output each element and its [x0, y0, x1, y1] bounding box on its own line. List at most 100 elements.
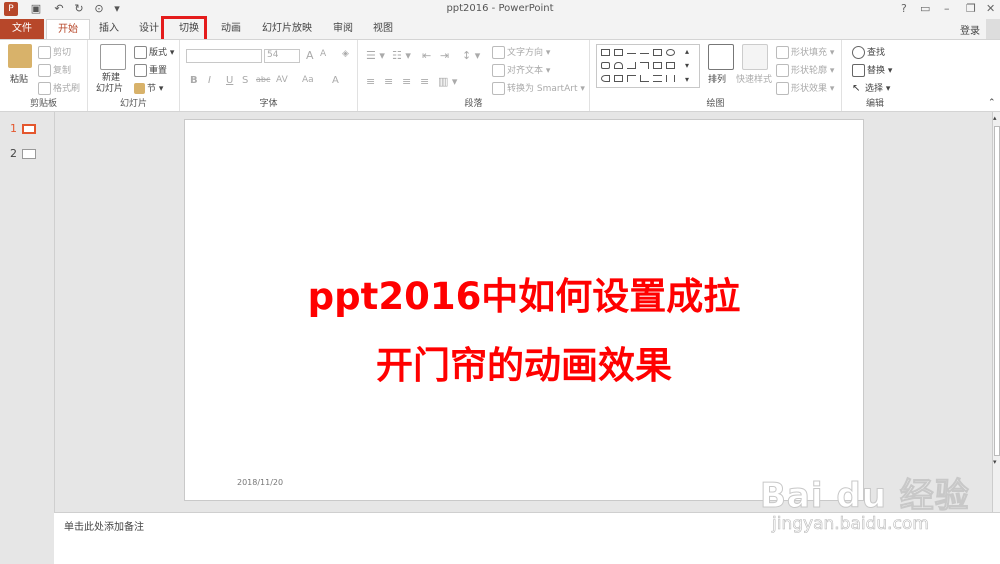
oval-shape-icon[interactable]	[666, 49, 675, 56]
align-right-icon[interactable]: ≡	[402, 75, 411, 88]
tab-review[interactable]: 审阅	[326, 19, 360, 39]
indent-decrease-icon[interactable]: ⇤	[422, 49, 431, 62]
left-brace-icon[interactable]	[653, 75, 662, 82]
gallery-more-icon[interactable]: ▾	[685, 75, 689, 84]
gallery-scroll-up-icon[interactable]: ▴	[685, 47, 689, 56]
clear-format-icon[interactable]: ◈	[342, 49, 349, 59]
slide-thumbnail-1[interactable]	[22, 124, 36, 134]
align-center-icon[interactable]: ≡	[384, 75, 393, 88]
slide-title-line-2[interactable]: 开门帘的动画效果	[185, 335, 863, 389]
quick-styles-icon[interactable]	[742, 44, 768, 70]
group-label: 字体	[259, 99, 278, 109]
user-avatar[interactable]	[986, 19, 1000, 39]
bold-button[interactable]: B	[190, 75, 198, 86]
brace-shape-icon[interactable]	[640, 75, 649, 82]
columns-icon[interactable]: ▥ ▾	[438, 75, 457, 88]
sign-in-link[interactable]: 登录	[960, 22, 980, 37]
notes-placeholder[interactable]: 单击此处添加备注	[64, 518, 144, 533]
reset-icon	[134, 64, 147, 77]
copy-button[interactable]: 复制	[38, 63, 71, 77]
restore-icon[interactable]: ❐	[966, 2, 976, 15]
arrow-right-shape-icon[interactable]	[653, 62, 662, 69]
shrink-font-icon[interactable]: A	[320, 49, 326, 59]
ribbon-tab-row: 文件 开始 插入 设计 切换 动画 幻灯片放映 审阅 视图 登录	[0, 19, 1000, 40]
justify-icon[interactable]: ≡	[420, 75, 429, 88]
font-color-button[interactable]: A	[332, 75, 339, 86]
indent-increase-icon[interactable]: ⇥	[440, 49, 449, 62]
curve-connector-icon[interactable]	[640, 62, 649, 69]
replace-button[interactable]: 替换 ▾	[852, 63, 892, 77]
section-button[interactable]: 节 ▾	[134, 81, 163, 94]
slide-title-line-1[interactable]: ppt2016中如何设置成拉	[185, 266, 863, 320]
new-slide-label-2[interactable]: 幻灯片	[96, 81, 123, 94]
collapse-ribbon-icon[interactable]: ⌃	[988, 98, 996, 108]
elbow-connector-icon[interactable]	[627, 62, 636, 69]
scroll-thumb[interactable]	[994, 126, 1000, 456]
numbering-icon[interactable]: ☷ ▾	[392, 49, 411, 62]
paste-icon[interactable]	[8, 44, 32, 68]
change-case-button[interactable]: Aa	[302, 75, 314, 85]
shape-outline-button[interactable]: 形状轮廓 ▾	[776, 63, 834, 77]
minimize-icon[interactable]: –	[944, 2, 950, 15]
quick-styles-button[interactable]: 快速样式	[736, 72, 772, 85]
gallery-scroll-down-icon[interactable]: ▾	[685, 61, 689, 70]
close-icon[interactable]: ✕	[986, 2, 995, 15]
tab-slideshow[interactable]: 幻灯片放映	[258, 19, 316, 39]
right-brace-icon[interactable]	[666, 75, 675, 82]
line-shape-icon[interactable]	[627, 53, 636, 54]
bullets-icon[interactable]: ☰ ▾	[366, 49, 385, 62]
triangle-shape-icon[interactable]	[614, 62, 623, 69]
underline-button[interactable]: U	[226, 75, 233, 86]
group-font: 54 A A ◈ B I U S abc AV Aa A 字体	[180, 40, 358, 111]
shapes-gallery[interactable]: ▴ ▾ ▾	[596, 44, 700, 88]
cut-button[interactable]: 剪切	[38, 45, 71, 59]
shape-effects-button[interactable]: 形状效果 ▾	[776, 81, 834, 95]
grow-font-icon[interactable]: A	[306, 49, 314, 62]
align-left-icon[interactable]: ≡	[366, 75, 375, 88]
reset-button[interactable]: 重置	[134, 63, 167, 77]
select-button[interactable]: ↖ 选择 ▾	[852, 81, 890, 94]
smartart-button[interactable]: 转换为 SmartArt ▾	[492, 81, 585, 95]
find-button[interactable]: 查找	[852, 45, 885, 59]
ribbon-display-icon[interactable]: ▭	[920, 2, 930, 15]
tab-home[interactable]: 开始	[46, 19, 90, 40]
layout-button[interactable]: 版式 ▾	[134, 45, 174, 59]
arrange-icon[interactable]	[708, 44, 734, 70]
copy-icon	[38, 64, 51, 77]
arrange-button[interactable]: 排列	[708, 72, 726, 85]
textbox-shape-icon[interactable]	[601, 49, 610, 56]
tab-file[interactable]: 文件	[0, 19, 44, 39]
font-name-field[interactable]	[186, 49, 262, 63]
font-size-field[interactable]: 54	[264, 49, 300, 63]
vertical-textbox-icon[interactable]	[614, 49, 623, 56]
slide-thumbnail-2[interactable]	[22, 149, 36, 159]
align-text-button[interactable]: 对齐文本 ▾	[492, 63, 550, 77]
shadow-button[interactable]: S	[242, 75, 248, 86]
help-button[interactable]: ?	[901, 2, 907, 15]
line-spacing-icon[interactable]: ↕ ▾	[462, 49, 480, 62]
slide-thumbnail-panel: 1 2	[0, 112, 55, 512]
thumbnail-number: 1	[10, 122, 17, 135]
tab-view[interactable]: 视图	[366, 19, 400, 39]
bracket-shape-icon[interactable]	[627, 75, 636, 82]
new-slide-icon[interactable]	[100, 44, 126, 70]
tab-insert[interactable]: 插入	[92, 19, 126, 39]
rounded-rect-shape-icon[interactable]	[601, 62, 610, 69]
thumbnail-number: 2	[10, 147, 17, 160]
paste-button[interactable]: 粘贴	[10, 72, 28, 85]
freeform-shape-icon[interactable]	[601, 75, 610, 82]
arrow-shape-icon[interactable]	[640, 53, 649, 54]
shape-fill-button[interactable]: 形状填充 ▾	[776, 45, 834, 59]
rectangle-shape-icon[interactable]	[653, 49, 662, 56]
format-painter-button[interactable]: 格式刷	[38, 81, 80, 95]
star-shape-icon[interactable]	[614, 75, 623, 82]
char-spacing-button[interactable]: AV	[276, 75, 288, 85]
tab-animations[interactable]: 动画	[214, 19, 248, 39]
baidu-jingyan-watermark: Bai du 经验 jingyan.baidu.com	[760, 450, 1000, 550]
text-direction-button[interactable]: 文字方向 ▾	[492, 45, 550, 59]
scroll-up-icon[interactable]: ▴	[993, 114, 997, 122]
slide-canvas[interactable]: ppt2016中如何设置成拉 开门帘的动画效果 2018/11/20	[184, 119, 864, 501]
arrow-down-shape-icon[interactable]	[666, 62, 675, 69]
italic-button[interactable]: I	[208, 75, 211, 86]
strikethrough-button[interactable]: abc	[256, 75, 270, 84]
